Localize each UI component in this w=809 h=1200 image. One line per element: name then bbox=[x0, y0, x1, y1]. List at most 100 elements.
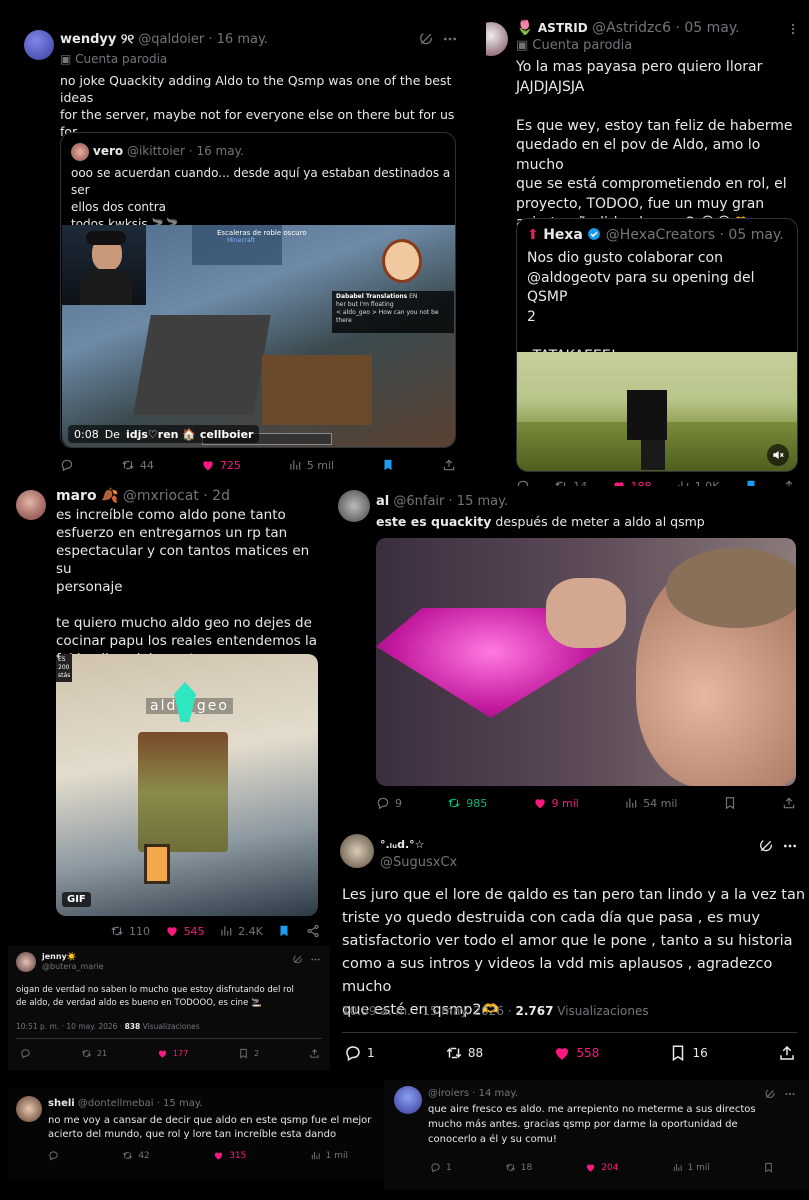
like-button[interactable]: 315 bbox=[213, 1150, 246, 1161]
like-button[interactable]: 9 mil bbox=[533, 796, 579, 810]
handle[interactable]: @Astridzc6 bbox=[592, 20, 671, 36]
quoted-tweet[interactable]: vero @ikittoier · 16 may. ooo se acuerda… bbox=[60, 132, 456, 448]
retweet-button[interactable]: 18 bbox=[505, 1162, 532, 1173]
share-button[interactable] bbox=[306, 924, 320, 938]
retweet-button[interactable]: 42 bbox=[122, 1150, 150, 1161]
time-date[interactable]: 10:51 p. m. · 10 may. 2026 · bbox=[16, 1022, 125, 1031]
bookmark-button[interactable]: 16 bbox=[669, 1044, 708, 1062]
reply-button[interactable]: 1 bbox=[430, 1162, 452, 1173]
grok-icon[interactable] bbox=[764, 1088, 776, 1100]
views-button[interactable]: 2.4K bbox=[219, 924, 263, 938]
more-icon[interactable] bbox=[310, 954, 321, 965]
display-name[interactable]: jenny☀️ bbox=[42, 952, 104, 962]
share-button[interactable] bbox=[778, 1044, 796, 1062]
share-button[interactable] bbox=[782, 796, 796, 810]
avatar[interactable] bbox=[394, 1086, 422, 1114]
tweet-card-sugus[interactable]: °.ₗᵤd.°☆ @SugusxCx Les juro que el lore … bbox=[330, 822, 809, 1074]
tweet-date[interactable]: · 05 may. bbox=[675, 20, 739, 36]
handle[interactable]: @iroiers bbox=[428, 1088, 469, 1099]
tweet-date[interactable]: · 14 may. bbox=[472, 1088, 518, 1099]
reply-button[interactable] bbox=[48, 1150, 59, 1161]
views-button[interactable]: 54 mil bbox=[624, 796, 677, 810]
display-name[interactable]: maro bbox=[56, 488, 97, 504]
like-button[interactable]: 545 bbox=[165, 924, 205, 938]
display-name[interactable]: °.ₗᵤd.°☆ bbox=[380, 836, 457, 854]
tweet-date[interactable]: · 16 may. bbox=[208, 32, 268, 47]
handle[interactable]: @SugusxCx bbox=[380, 854, 457, 872]
tweet-card-iroiers[interactable]: @iroiers · 14 may. que aire fresco es al… bbox=[384, 1080, 809, 1190]
bookmark-button[interactable] bbox=[381, 458, 395, 472]
like-button[interactable]: 725 bbox=[201, 458, 241, 472]
display-name[interactable]: ASTRID bbox=[538, 21, 588, 35]
display-name[interactable]: al bbox=[376, 494, 389, 509]
reply-button[interactable] bbox=[20, 1048, 31, 1059]
bookmark-button[interactable] bbox=[277, 924, 291, 938]
reply-button[interactable]: 1 bbox=[344, 1044, 375, 1062]
handle[interactable]: @butera_marie bbox=[42, 962, 104, 972]
more-icon[interactable] bbox=[786, 22, 800, 36]
retweet-button[interactable]: 985 bbox=[447, 796, 487, 810]
time-date[interactable]: 10:59 a. m. · 15 may. 2026 · bbox=[342, 1004, 515, 1018]
share-button[interactable] bbox=[442, 458, 456, 472]
bookmark-button[interactable]: 2 bbox=[238, 1048, 259, 1059]
retweet-button[interactable]: 44 bbox=[121, 458, 154, 472]
grok-icon[interactable] bbox=[292, 954, 303, 965]
tweet-image[interactable] bbox=[376, 538, 796, 786]
like-button[interactable]: 558 bbox=[553, 1044, 599, 1062]
avatar[interactable] bbox=[71, 143, 89, 161]
tweet-card-astrid[interactable]: 🌷 ASTRID @Astridzc6 · 05 may. ▣ Cuenta p… bbox=[486, 0, 809, 505]
avatar[interactable] bbox=[486, 22, 508, 56]
quoted-name[interactable]: Hexa bbox=[543, 227, 583, 243]
avatar[interactable] bbox=[16, 1096, 42, 1122]
share-button[interactable] bbox=[309, 1048, 320, 1059]
avatar[interactable] bbox=[338, 490, 370, 522]
video-users[interactable]: idjs♡ren 🏠 cellboier bbox=[126, 428, 254, 441]
quoted-handle[interactable]: @HexaCreators bbox=[606, 227, 715, 243]
bookmark-icon bbox=[763, 1162, 774, 1173]
display-name[interactable]: wendyy ୨୧ bbox=[60, 32, 134, 47]
grok-icon[interactable] bbox=[758, 838, 774, 854]
handle[interactable]: @mxriocat bbox=[123, 488, 199, 504]
bookmark-button[interactable] bbox=[723, 796, 737, 810]
views-button[interactable]: 1 mil bbox=[310, 1150, 348, 1161]
more-icon[interactable] bbox=[442, 31, 458, 47]
video-player[interactable]: Escaleras de roble oscuro Minecraft Daba… bbox=[62, 225, 455, 447]
like-button[interactable]: 177 bbox=[157, 1048, 188, 1059]
avatar[interactable] bbox=[16, 952, 36, 972]
handle[interactable]: @qaldoier bbox=[138, 32, 204, 47]
grok-icon[interactable] bbox=[418, 31, 434, 47]
retweet-button[interactable]: 110 bbox=[110, 924, 150, 938]
mute-icon[interactable] bbox=[767, 444, 789, 466]
quoted-name[interactable]: vero bbox=[93, 144, 123, 158]
tweet-date[interactable]: · 15 may. bbox=[157, 1098, 203, 1109]
tweet-card-wendyy[interactable]: wendyy ୨୧ @qaldoier · 16 may. ▣ Cuenta p… bbox=[8, 14, 482, 484]
like-button[interactable]: 204 bbox=[585, 1162, 619, 1173]
retweet-button[interactable]: 88 bbox=[445, 1044, 483, 1062]
bookmark-button[interactable] bbox=[763, 1162, 774, 1173]
quoted-date[interactable]: · 05 may. bbox=[720, 227, 784, 243]
tweet-card-sheli[interactable]: sheli @dontellmebai · 15 may. no me voy … bbox=[8, 1088, 384, 1180]
tweet-card-maro[interactable]: maro 🍂 @mxriocat · 2d es increíble como … bbox=[0, 484, 328, 946]
views-button[interactable]: 5 mil bbox=[288, 458, 334, 472]
video-player[interactable] bbox=[517, 352, 797, 471]
avatar[interactable] bbox=[340, 834, 374, 868]
reply-button[interactable] bbox=[60, 458, 74, 472]
reply-button[interactable]: 9 bbox=[376, 796, 402, 810]
views-button[interactable]: 1 mil bbox=[672, 1162, 710, 1173]
quoted-handle[interactable]: @ikittoier bbox=[127, 144, 185, 158]
handle[interactable]: @6nfair bbox=[393, 494, 444, 509]
tweet-card-al[interactable]: al @6nfair · 15 may. este es quackity de… bbox=[330, 486, 809, 820]
more-icon[interactable] bbox=[784, 1088, 796, 1100]
tweet-date[interactable]: · 15 may. bbox=[449, 494, 509, 509]
retweet-button[interactable]: 21 bbox=[81, 1048, 107, 1059]
handle[interactable]: @dontellmebai bbox=[78, 1098, 154, 1109]
display-name[interactable]: sheli bbox=[48, 1098, 75, 1109]
avatar[interactable] bbox=[24, 30, 54, 60]
tweet-date[interactable]: · 2d bbox=[203, 488, 230, 504]
gif-media[interactable]: ES 200 stás aldo_geo GIF bbox=[56, 654, 318, 916]
quoted-date[interactable]: · 16 may. bbox=[189, 144, 244, 158]
quoted-tweet[interactable]: ⬆ Hexa @HexaCreators · 05 may. Nos dio g… bbox=[516, 218, 798, 472]
tweet-card-jenny[interactable]: jenny☀️ @butera_marie oigan de verdad no… bbox=[8, 946, 330, 1070]
avatar[interactable] bbox=[16, 490, 46, 520]
more-icon[interactable] bbox=[782, 838, 798, 854]
